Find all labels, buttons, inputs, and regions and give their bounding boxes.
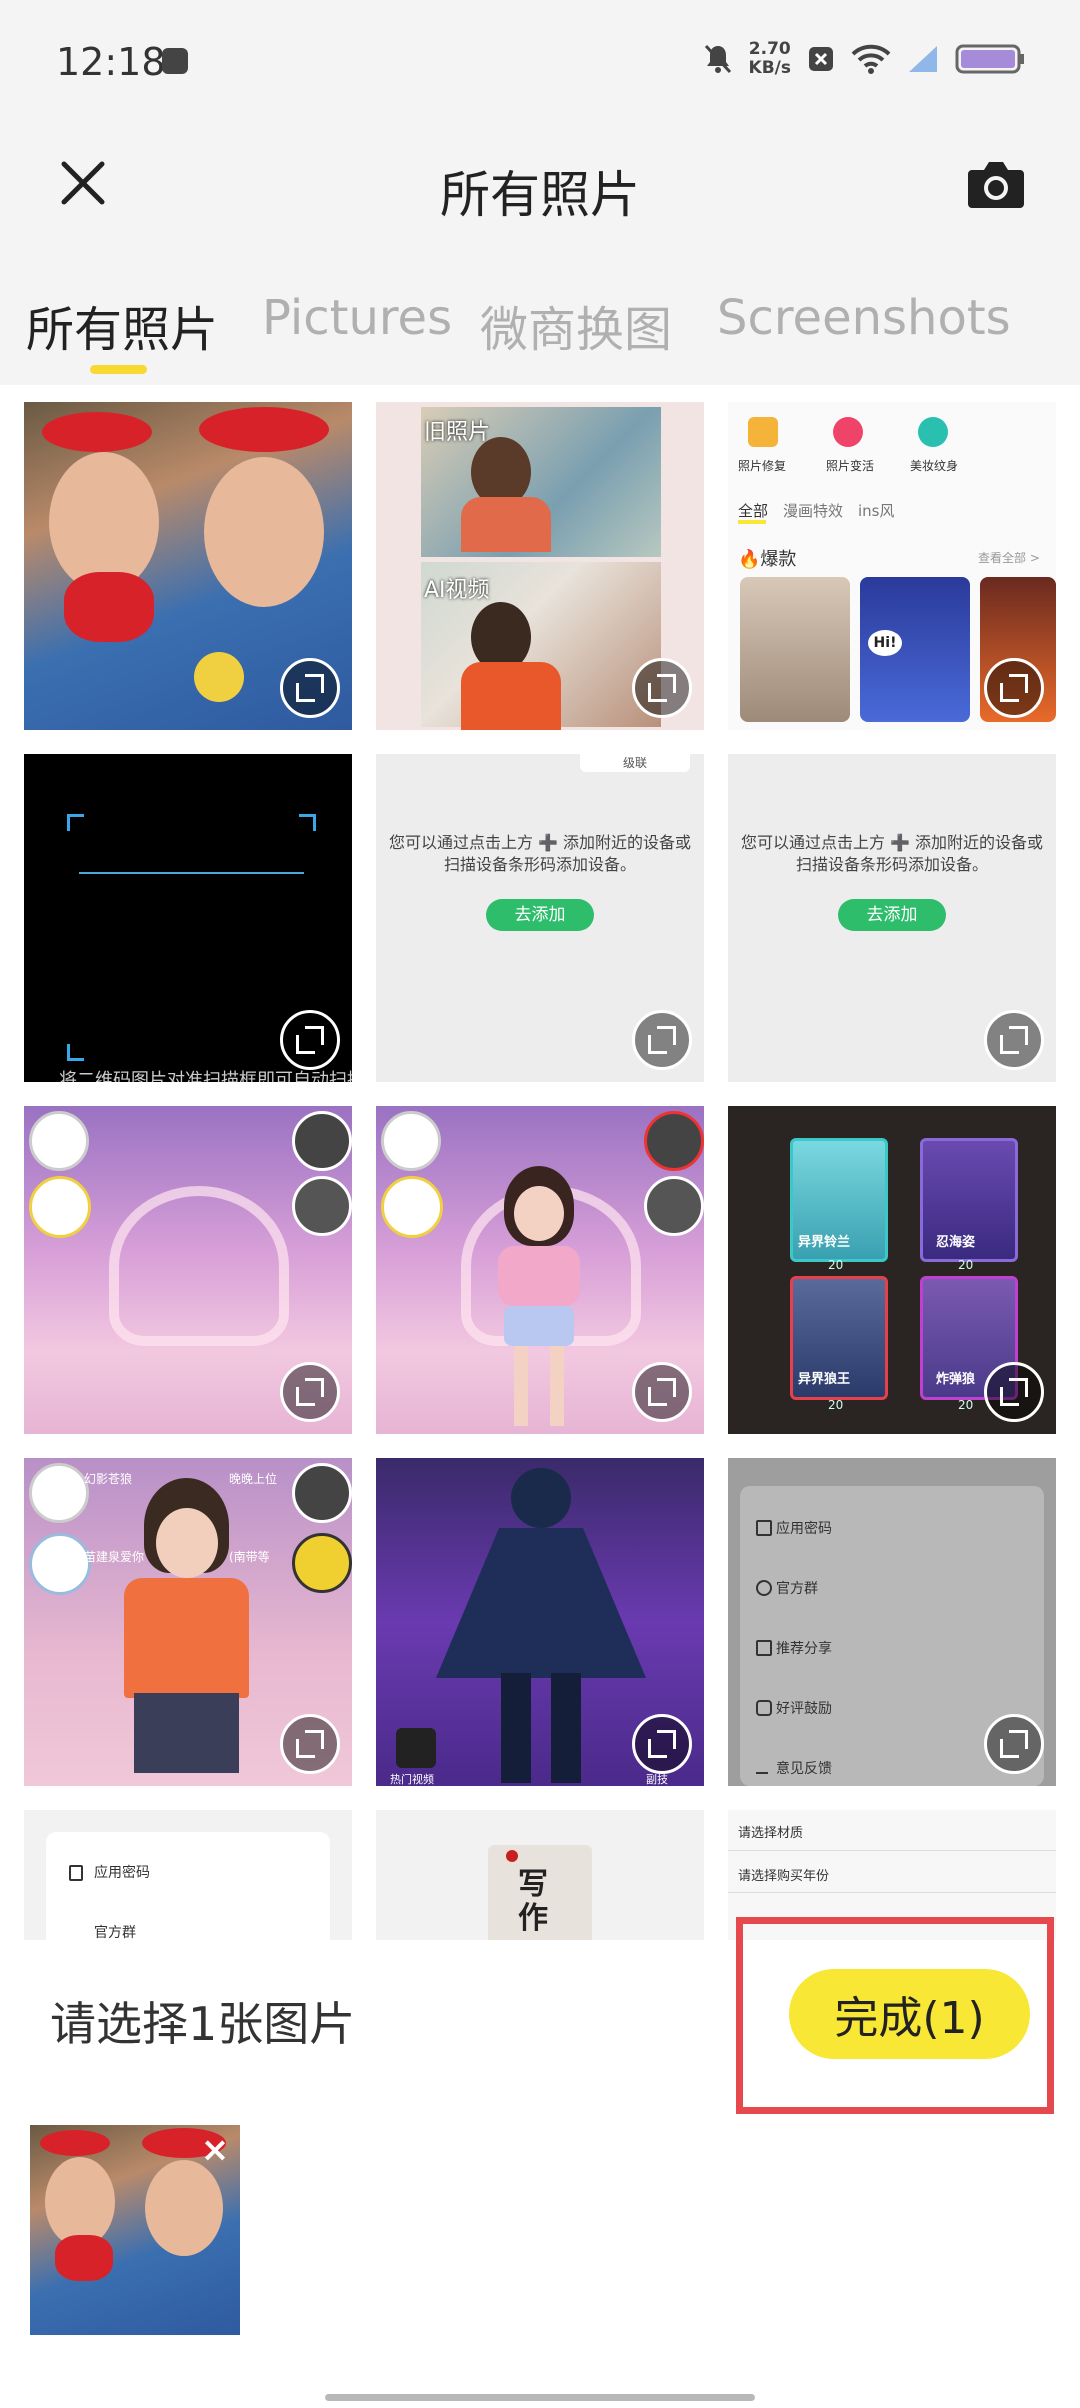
photo-grid: 旧照片 AI视频 照片修复 照片变活 美妆纹身 全部 漫画特效 ins风 🔥爆款… <box>0 385 1080 1940</box>
menu-item: 推荐分享 <box>776 1641 832 1657</box>
expand-icon[interactable] <box>984 658 1044 718</box>
notification-icon <box>162 48 188 74</box>
card-name: 忍海姿 <box>936 1235 976 1250</box>
device-hint: 您可以通过点击上方 ➕ 添加附近的设备或扫描设备条形码添加设备。 <box>740 833 1044 874</box>
menu-item: 应用密码 <box>94 1865 150 1881</box>
form-row: 请选择材质 <box>738 1826 804 1841</box>
add-device-button: 去添加 <box>486 899 594 931</box>
menu-item: 官方群 <box>776 1581 818 1597</box>
wifi-icon <box>851 44 891 74</box>
signal-icon <box>909 46 937 72</box>
expand-icon[interactable] <box>632 1362 692 1422</box>
photo-thumbnail[interactable] <box>24 402 352 730</box>
action-label: 美妆纹身 <box>910 459 959 473</box>
home-indicator <box>325 2394 755 2401</box>
action-label: 照片修复 <box>738 459 787 473</box>
selected-thumbnail[interactable]: × <box>30 2125 240 2335</box>
photo-thumbnail[interactable]: 应用密码 官方群 <box>24 1810 352 1940</box>
expand-icon[interactable] <box>632 1714 692 1774</box>
mini-tab: 漫画特效 <box>783 502 844 520</box>
photo-thumbnail[interactable]: 热门视频 副技 <box>376 1458 704 1786</box>
menu-item: 意见反馈 <box>776 1761 832 1777</box>
card-price: 20 <box>958 1258 974 1272</box>
card-price: 20 <box>828 1258 844 1272</box>
mini-tab: ins风 <box>858 502 895 520</box>
device-hint: 您可以通过点击上方 ➕ 添加附近的设备或扫描设备条形码添加设备。 <box>388 833 692 874</box>
expand-icon[interactable] <box>632 1010 692 1070</box>
add-device-button: 去添加 <box>838 899 946 931</box>
expand-icon[interactable] <box>280 1714 340 1774</box>
photo-thumbnail[interactable]: 将二维码图片对准扫描框即可自动扫描 <box>24 754 352 1082</box>
page-title: 所有照片 <box>440 166 640 224</box>
expand-icon[interactable] <box>280 1010 340 1070</box>
expand-icon[interactable] <box>632 658 692 718</box>
calligraphy-text: 写作 <box>518 1867 548 1936</box>
ai-video-label: AI视频 <box>424 578 490 603</box>
hi-bubble: Hi! <box>868 630 902 656</box>
tab-all-photos[interactable]: 所有照片 <box>26 290 218 360</box>
mute-icon <box>704 44 731 74</box>
photo-thumbnail[interactable]: 旧照片 AI视频 <box>376 402 704 730</box>
card-name: 异界铃兰 <box>798 1235 851 1250</box>
expand-icon[interactable] <box>280 658 340 718</box>
action-label: 照片变活 <box>826 459 875 473</box>
photo-thumbnail[interactable]: 应用密码 官方群 推荐分享 好评鼓励 意见反馈 <box>728 1458 1056 1786</box>
expand-icon[interactable] <box>984 1362 1044 1422</box>
photo-thumbnail[interactable]: 您可以通过点击上方 ➕ 添加附近的设备或扫描设备条形码添加设备。 去添加 <box>728 754 1056 1082</box>
see-all-link: 查看全部 > <box>978 551 1040 565</box>
photo-thumbnail[interactable]: 级联 您可以通过点击上方 ➕ 添加附近的设备或扫描设备条形码添加设备。 去添加 <box>376 754 704 1082</box>
menu-item: 应用密码 <box>776 1521 832 1537</box>
selection-hint: 请选择1张图片 <box>50 1997 356 2051</box>
camera-icon[interactable] <box>966 158 1026 210</box>
expand-icon[interactable] <box>984 1714 1044 1774</box>
photo-thumbnail[interactable]: 写作 <box>376 1810 704 1940</box>
photo-thumbnail[interactable]: 幻影苍狼 晚晚上位 苗建泉爱你 (南带等 <box>24 1458 352 1786</box>
tab-pictures[interactable]: Pictures <box>262 290 452 346</box>
seat-tag: (南带等 <box>229 1550 270 1564</box>
old-photo-label: 旧照片 <box>424 420 491 445</box>
expand-icon[interactable] <box>984 1010 1044 1070</box>
seat-tag: 苗建泉爱你 <box>84 1550 145 1564</box>
top-label: 级联 <box>580 754 690 772</box>
game-tag: 热门视频 <box>390 1773 434 1786</box>
net-speed: 2.70 KB/s <box>748 39 791 78</box>
card-name: 异界狼王 <box>798 1372 851 1387</box>
menu-item: 好评鼓励 <box>776 1701 832 1717</box>
tab-screenshots[interactable]: Screenshots <box>717 290 1011 346</box>
seat-tag: 幻影苍狼 <box>84 1472 133 1486</box>
battery-icon <box>955 44 1024 74</box>
card-name: 炸弹狼 <box>936 1372 976 1387</box>
status-icons: 2.70 KB/s <box>703 40 1025 78</box>
sim-icon <box>809 47 833 71</box>
tab-weishang[interactable]: 微商换图 <box>480 290 672 360</box>
done-button[interactable]: 完成(1) <box>789 1969 1030 2059</box>
photo-thumbnail[interactable] <box>376 1106 704 1434</box>
card-price: 20 <box>828 1398 844 1412</box>
photo-thumbnail[interactable] <box>24 1106 352 1434</box>
photo-thumbnail[interactable]: 照片修复 照片变活 美妆纹身 全部 漫画特效 ins风 🔥爆款 查看全部 > H… <box>728 402 1056 730</box>
status-bar: 12:18 2.70 KB/s <box>0 0 1080 125</box>
mini-tab: 全部 <box>738 502 769 520</box>
section-title: 🔥爆款 <box>738 549 797 570</box>
tab-indicator <box>90 365 147 374</box>
seat-tag: 晚晚上位 <box>229 1472 278 1486</box>
form-row: 请选择购买年份 <box>738 1869 830 1884</box>
card-price: 20 <box>958 1398 974 1412</box>
status-time: 12:18 <box>56 40 166 84</box>
menu-item: 官方群 <box>94 1925 136 1940</box>
photo-thumbnail[interactable]: 异界铃兰 忍海姿 异界狼王 炸弹狼 20 20 20 20 <box>728 1106 1056 1434</box>
expand-icon[interactable] <box>280 1362 340 1422</box>
remove-selection-icon[interactable]: × <box>198 2133 232 2167</box>
